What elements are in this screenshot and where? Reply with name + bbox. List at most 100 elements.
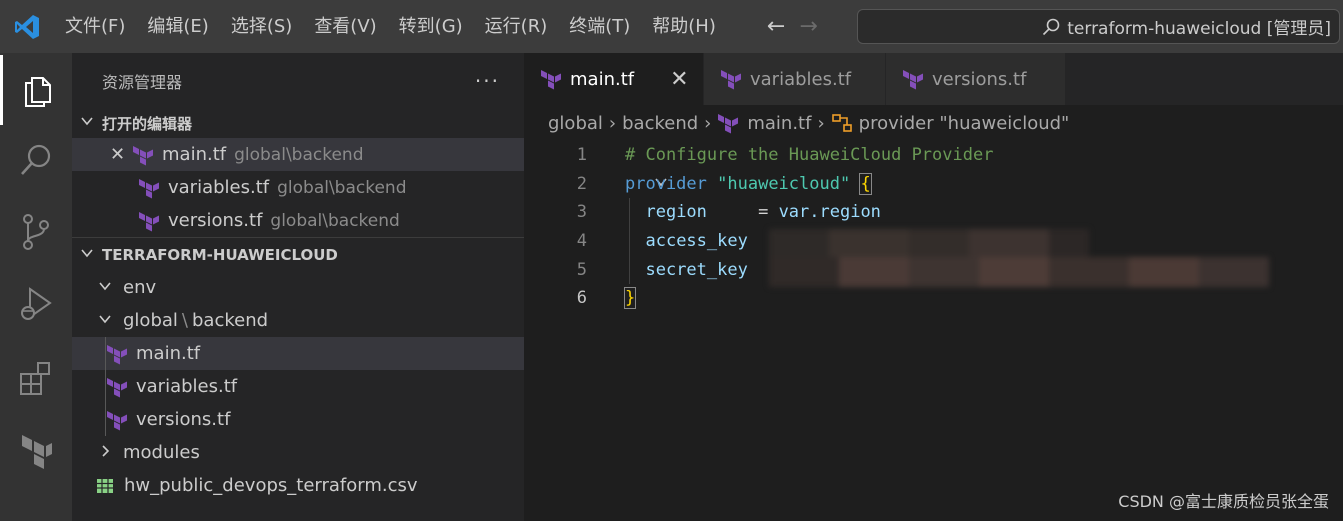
terraform-file-icon bbox=[541, 70, 561, 90]
code-keyword: provider bbox=[625, 173, 707, 194]
terraform-icon[interactable] bbox=[0, 415, 72, 485]
nav-arrows: ← → bbox=[767, 14, 818, 39]
explorer-title: 资源管理器 bbox=[102, 72, 183, 92]
line-number: 3 bbox=[576, 202, 587, 223]
search-text: terraform-huaweicloud [管理员] bbox=[1067, 19, 1331, 39]
breadcrumb-backend[interactable]: backend bbox=[622, 113, 698, 134]
project-label: TERRAFORM-HUAWEICLOUD bbox=[102, 245, 338, 264]
terraform-file-icon bbox=[133, 145, 153, 165]
code-line-6: 6 } bbox=[524, 284, 1343, 313]
editor-tabs: main.tf ✕ variables.tf versions.tf bbox=[524, 53, 1343, 105]
indent-guide bbox=[105, 403, 106, 436]
folder-env[interactable]: env bbox=[72, 271, 524, 304]
more-actions-icon[interactable]: ··· bbox=[475, 69, 500, 93]
line-number: 1 bbox=[576, 145, 587, 166]
tab-label: variables.tf bbox=[750, 68, 852, 90]
activity-bar bbox=[0, 53, 72, 521]
open-editors-section[interactable]: 打开的编辑器 bbox=[72, 108, 524, 138]
terraform-file-icon bbox=[903, 70, 923, 90]
code-line-2: 2 provider "huaweicloud" { bbox=[524, 170, 1343, 199]
chevron-down-icon bbox=[98, 277, 123, 298]
search-icon[interactable] bbox=[0, 125, 72, 195]
editor-area: main.tf ✕ variables.tf versions.tf globa… bbox=[524, 53, 1343, 521]
breadcrumb: global › backend › main.tf › provider "h… bbox=[524, 105, 1343, 141]
open-editor-name: main.tf bbox=[162, 144, 227, 165]
open-editor-item-versions[interactable]: versions.tf global\backend bbox=[72, 204, 524, 237]
terraform-file-icon bbox=[107, 377, 127, 397]
folder-label: global bbox=[123, 310, 178, 331]
explorer-header: 资源管理器 ··· bbox=[72, 53, 524, 108]
redacted-secret-mosaic bbox=[769, 229, 1289, 287]
code-op: = bbox=[706, 202, 779, 223]
breadcrumb-file[interactable]: main.tf bbox=[747, 113, 811, 134]
folder-label: backend bbox=[191, 310, 269, 331]
chevron-right-icon: › bbox=[608, 112, 617, 134]
file-csv[interactable]: hw_public_devops_terraform.csv bbox=[72, 469, 524, 502]
open-editor-path: global\backend bbox=[277, 177, 407, 198]
vscode-logo-icon bbox=[0, 0, 54, 53]
open-editor-item-variables[interactable]: variables.tf global\backend bbox=[72, 171, 524, 204]
file-label: main.tf bbox=[136, 343, 201, 364]
code-line-1: 1 # Configure the HuaweiCloud Provider bbox=[524, 141, 1343, 170]
menu-run[interactable]: 运行(R) bbox=[474, 0, 559, 53]
code-brace-close: } bbox=[623, 287, 637, 310]
menu-help[interactable]: 帮助(H) bbox=[641, 0, 727, 53]
breadcrumb-global[interactable]: global bbox=[548, 113, 603, 134]
source-control-icon[interactable] bbox=[0, 197, 72, 267]
code-line-3: 3 region = var.region bbox=[524, 198, 1343, 227]
folder-modules[interactable]: modules bbox=[72, 436, 524, 469]
folder-label: env bbox=[123, 277, 157, 298]
chevron-down-icon bbox=[98, 310, 123, 331]
chevron-right-icon: › bbox=[704, 112, 712, 134]
back-arrow-icon[interactable]: ← bbox=[767, 14, 785, 39]
terraform-file-icon bbox=[718, 114, 739, 134]
menu-terminal[interactable]: 终端(T) bbox=[558, 0, 641, 53]
tab-variables-tf[interactable]: variables.tf bbox=[704, 53, 886, 105]
file-variables-tf[interactable]: variables.tf bbox=[72, 370, 524, 403]
command-center-search[interactable]: terraform-huaweicloud [管理员] bbox=[857, 9, 1340, 44]
open-editor-path: global\backend bbox=[270, 210, 400, 231]
open-editor-path: global\backend bbox=[234, 144, 364, 165]
search-icon bbox=[1043, 18, 1060, 35]
menu-edit[interactable]: 编辑(E) bbox=[136, 0, 219, 53]
close-icon[interactable]: ✕ bbox=[110, 144, 132, 165]
menu-bar: 文件(F) 编辑(E) 选择(S) 查看(V) 转到(G) 运行(R) 终端(T… bbox=[54, 0, 727, 53]
indent-guide bbox=[105, 337, 106, 370]
path-separator: \ bbox=[181, 310, 188, 331]
menu-view[interactable]: 查看(V) bbox=[303, 0, 387, 53]
menu-selection[interactable]: 选择(S) bbox=[220, 0, 303, 53]
code-attr: secret_key bbox=[645, 259, 748, 280]
line-number: 2 bbox=[576, 173, 587, 194]
menu-file[interactable]: 文件(F) bbox=[54, 0, 136, 53]
code-brace-open: { bbox=[859, 172, 872, 195]
close-icon[interactable]: ✕ bbox=[670, 67, 688, 92]
open-editor-item-main[interactable]: ✕ main.tf global\backend bbox=[72, 138, 524, 171]
run-debug-icon[interactable] bbox=[0, 269, 72, 339]
terraform-file-icon bbox=[139, 178, 159, 198]
breadcrumb-symbol[interactable]: provider "huaweicloud" bbox=[859, 113, 1070, 134]
forward-arrow-icon[interactable]: → bbox=[799, 14, 817, 39]
file-label: hw_public_devops_terraform.csv bbox=[124, 475, 418, 496]
title-bar: 文件(F) 编辑(E) 选择(S) 查看(V) 转到(G) 运行(R) 终端(T… bbox=[0, 0, 1343, 53]
explorer-icon[interactable] bbox=[0, 55, 72, 125]
line-number: 4 bbox=[576, 231, 587, 252]
file-main-tf[interactable]: main.tf bbox=[72, 337, 524, 370]
menu-go[interactable]: 转到(G) bbox=[388, 0, 474, 53]
file-versions-tf[interactable]: versions.tf bbox=[72, 403, 524, 436]
tab-label: main.tf bbox=[570, 68, 635, 90]
file-label: versions.tf bbox=[136, 409, 231, 430]
terraform-file-icon bbox=[107, 410, 127, 430]
folder-global-backend[interactable]: global \ backend bbox=[72, 304, 524, 337]
folder-label: modules bbox=[123, 442, 200, 463]
tab-versions-tf[interactable]: versions.tf bbox=[886, 53, 1066, 105]
terraform-file-icon bbox=[107, 344, 127, 364]
tab-main-tf[interactable]: main.tf ✕ bbox=[524, 53, 704, 105]
code-value: var.region bbox=[778, 202, 881, 223]
code-editor[interactable]: 1 # Configure the HuaweiCloud Provider 2… bbox=[524, 141, 1343, 313]
extensions-icon[interactable] bbox=[0, 343, 72, 413]
code-comment: # Configure the HuaweiCloud Provider bbox=[625, 145, 994, 166]
chevron-right-icon: › bbox=[817, 112, 825, 134]
project-section[interactable]: TERRAFORM-HUAWEICLOUD bbox=[72, 238, 524, 271]
chevron-down-icon bbox=[80, 114, 102, 132]
terraform-file-icon bbox=[139, 211, 159, 231]
